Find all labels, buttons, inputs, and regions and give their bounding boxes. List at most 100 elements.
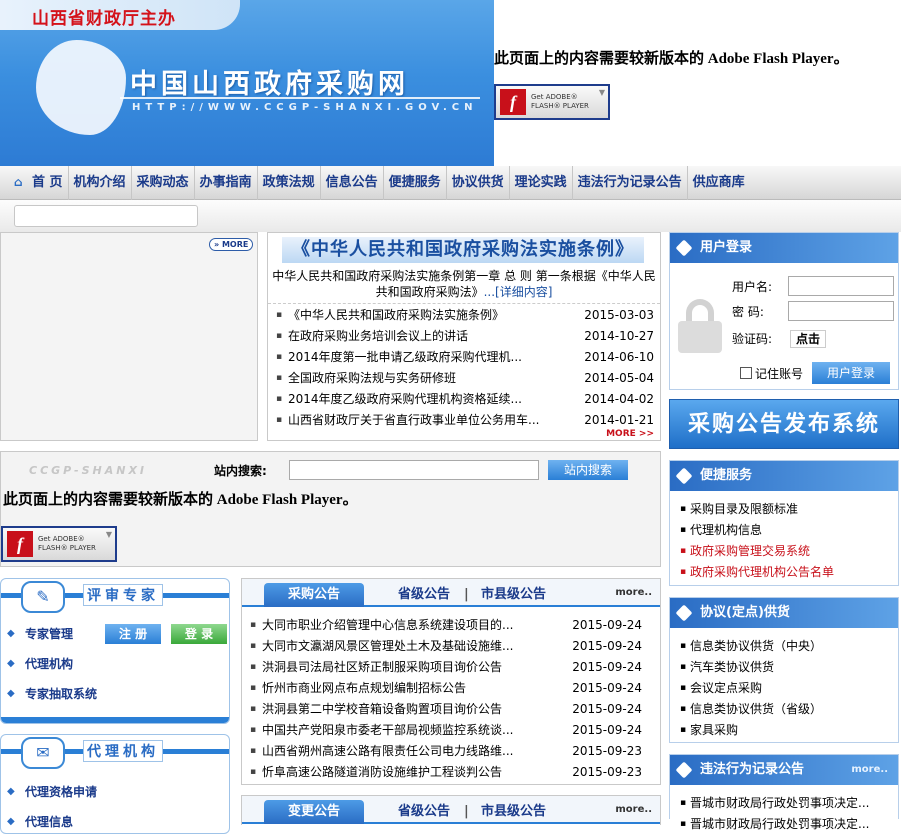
flash-logo-icon: f <box>7 531 33 557</box>
list-item-date: 2014-06-10 <box>584 350 654 364</box>
violation-more-link[interactable]: more.. <box>851 755 888 785</box>
expert-draw-label: 专家抽取系统 <box>25 687 98 701</box>
tab-county[interactable]: 市县级公告 <box>481 583 546 607</box>
tab-procurement-notice[interactable]: 采购公告 <box>264 583 364 607</box>
agency-info-link[interactable]: ◆ 代理信息 <box>1 807 229 833</box>
procurement-more-link[interactable]: more.. <box>615 587 652 598</box>
list-item[interactable]: 大同市职业介绍管理中心信息系统建设项目的... 2015-09-24 <box>244 615 648 636</box>
get-flash-button-top[interactable]: f Get ADOBE® FLASH® PLAYER ▼ <box>494 84 610 120</box>
login-panel: 用户登录 用户名: 密 码: 验证码: 点击 记住账号 用户登录 <box>669 232 899 390</box>
list-item[interactable]: 2014年度第一批申请乙级政府采购代理机... 2014-06-10 <box>270 347 660 368</box>
list-item[interactable]: 大同市文瀛湖风景区管理处土木及基础设施维... 2015-09-24 <box>244 636 648 657</box>
agency-header: ✉ 代理机构 <box>1 735 229 771</box>
flash-player-text: FLASH® PLAYER <box>531 102 589 110</box>
list-item[interactable]: 政府采购管理交易系统 <box>676 541 898 562</box>
search-input[interactable] <box>289 460 539 480</box>
list-item[interactable]: 山西省朔州高速公路有限责任公司电力线路维... 2015-09-23 <box>244 741 648 762</box>
home-icon: ⌂ <box>14 174 23 189</box>
nav-guide[interactable]: 办事指南 <box>195 165 258 200</box>
list-item[interactable]: 忻州市商业网点布点规划编制招标公告 2015-09-24 <box>244 678 648 699</box>
nav-policy[interactable]: 政策法规 <box>258 165 321 200</box>
list-item[interactable]: 信息类协议供货（中央） <box>676 636 898 657</box>
law-title[interactable]: 《中华人民共和国政府采购法实施条例》 <box>282 237 644 263</box>
list-item-date: 2015-03-03 <box>584 308 654 322</box>
expert-login-button[interactable]: 登 录 <box>171 624 227 644</box>
flash-get-text: Get ADOBE® <box>38 535 85 543</box>
nav-about[interactable]: 机构介绍 <box>69 165 132 200</box>
username-input[interactable] <box>788 276 894 296</box>
expert-manage-label: 专家管理 <box>25 627 74 641</box>
list-item[interactable]: 信息类协议供货（省级） <box>676 699 898 720</box>
list-item[interactable]: 忻阜高速公路隧道消防设施维护工程谈判公告 2015-09-23 <box>244 762 648 783</box>
list-item[interactable]: 洪洞县司法局社区矫正制服采购项目询价公告 2015-09-24 <box>244 657 648 678</box>
tab-provincial-2[interactable]: 省级公告 <box>398 800 450 824</box>
sponsor-strip: 山西省财政厅主办 <box>0 0 240 30</box>
list-item[interactable]: 在政府采购业务培训会议上的讲话 2014-10-27 <box>270 326 660 347</box>
list-item-title: 会议定点采购 <box>690 681 763 695</box>
tab-provincial[interactable]: 省级公告 <box>398 583 450 607</box>
procurement-tabs: 采购公告 省级公告 | 市县级公告 more.. <box>242 579 660 607</box>
list-item[interactable]: 《中华人民共和国政府采购法实施条例》 2015-03-03 <box>270 305 660 326</box>
agency-link[interactable]: ◆ 代理机构 <box>1 649 229 679</box>
expert-manage-link[interactable]: ◆ 专家管理 注 册 登 录 <box>1 619 229 649</box>
nav-notice[interactable]: 信息公告 <box>321 165 384 200</box>
image-more-button[interactable]: » MORE <box>209 238 254 251</box>
list-item[interactable]: 洪洞县第二中学校音箱设备购置项目询价公告 2015-09-24 <box>244 699 648 720</box>
nav-violation[interactable]: 违法行为记录公告 <box>573 165 688 200</box>
change-notice-panel: 变更公告 省级公告 | 市县级公告 more.. <box>241 795 661 825</box>
list-item[interactable]: 代理机构信息 <box>676 520 898 541</box>
nav-supplier[interactable]: 供应商库 <box>688 166 750 200</box>
agency-apply-link[interactable]: ◆ 代理资格申请 <box>1 777 229 807</box>
nav-service[interactable]: 便捷服务 <box>384 165 447 200</box>
violation-header: 违法行为记录公告 more.. <box>670 755 898 785</box>
agreement-list: 信息类协议供货（中央） 汽车类协议供货会议定点采购信息类协议供货（省级） 家具采购 <box>670 628 898 741</box>
list-item[interactable]: 晋城市财政局行政处罚事项决定... <box>676 793 898 814</box>
download-arrow-icon: ▼ <box>598 88 605 97</box>
shanxi-map-icon <box>36 40 126 135</box>
agency-info-label: 代理信息 <box>25 815 74 829</box>
list-item[interactable]: 晋城市财政局行政处罚事项决定... <box>676 814 898 835</box>
lock-icon <box>678 299 722 353</box>
list-item[interactable]: 家具采购 <box>676 720 898 741</box>
tab-county-2[interactable]: 市县级公告 <box>481 800 546 824</box>
nav-theory[interactable]: 理论实践 <box>510 165 573 200</box>
list-item[interactable]: 全国政府采购法规与实务研修班 2014-05-04 <box>270 368 660 389</box>
list-item[interactable]: 会议定点采购 <box>676 678 898 699</box>
list-item[interactable]: 采购目录及限额标准 <box>676 499 898 520</box>
get-flash-button-middle[interactable]: f Get ADOBE® FLASH® PLAYER ▼ <box>1 526 117 562</box>
login-submit-button[interactable]: 用户登录 <box>812 362 890 384</box>
tab-change-notice[interactable]: 变更公告 <box>264 800 364 824</box>
list-item[interactable]: 政府采购代理机构公告名单 <box>676 562 898 583</box>
list-item-title: 大同市职业介绍管理中心信息系统建设项目的... <box>262 618 514 632</box>
list-item-title: 山西省财政厅关于省直行政事业单位公务用车... <box>288 413 540 427</box>
list-item[interactable]: 山西省财政厅关于省直行政事业单位公务用车... 2014-01-21 <box>270 410 660 431</box>
list-item-title: 政府采购代理机构公告名单 <box>690 565 835 579</box>
nav-agreement[interactable]: 协议供货 <box>447 165 510 200</box>
list-item[interactable]: 2014年度乙级政府采购代理机构资格延续... 2014-04-02 <box>270 389 660 410</box>
captcha-button[interactable]: 点击 <box>790 330 826 348</box>
list-item[interactable]: 汽车类协议供货 <box>676 657 898 678</box>
search-button[interactable]: 站内搜索 <box>548 460 628 480</box>
search-panel: CCGP-SHANXI 站内搜索: 站内搜索 此页面上的内容需要较新版本的 Ad… <box>0 451 661 567</box>
list-item[interactable]: 中国共产党阳泉市委老干部局视频监控系统谈... 2015-09-24 <box>244 720 648 741</box>
list-item-title: 忻州市商业网点布点规划编制招标公告 <box>262 681 467 695</box>
list-item-title: 山西省朔州高速公路有限责任公司电力线路维... <box>262 744 514 758</box>
law-more-link[interactable]: MORE >> <box>606 429 654 439</box>
publish-system-banner[interactable]: 采购公告发布系统 <box>669 399 899 449</box>
expert-header: ✎ 评审专家 <box>1 579 229 615</box>
site-url: HTTP://WWW.CCGP-SHANXI.GOV.CN <box>132 102 478 113</box>
sub-bar-box <box>14 205 198 227</box>
law-detail-link[interactable]: ...[详细内容] <box>484 285 553 299</box>
remember-checkbox[interactable] <box>740 367 752 379</box>
change-more-link[interactable]: more.. <box>615 804 652 815</box>
nav-news[interactable]: 采购动态 <box>132 165 195 200</box>
tab-separator-2: | <box>464 804 469 819</box>
expert-draw-link[interactable]: ◆ 专家抽取系统 <box>1 679 229 709</box>
nav-home[interactable]: ⌂ 首 页 <box>14 165 69 200</box>
list-item-title: 全国政府采购法规与实务研修班 <box>288 371 457 385</box>
password-input[interactable] <box>788 301 894 321</box>
expert-register-button[interactable]: 注 册 <box>105 624 161 644</box>
image-more-label: MORE <box>221 240 249 249</box>
procurement-notice-panel: 采购公告 省级公告 | 市县级公告 more.. 大同市职业介绍管理中心信息系统… <box>241 578 661 785</box>
list-item-date: 2015-09-24 <box>572 681 642 695</box>
